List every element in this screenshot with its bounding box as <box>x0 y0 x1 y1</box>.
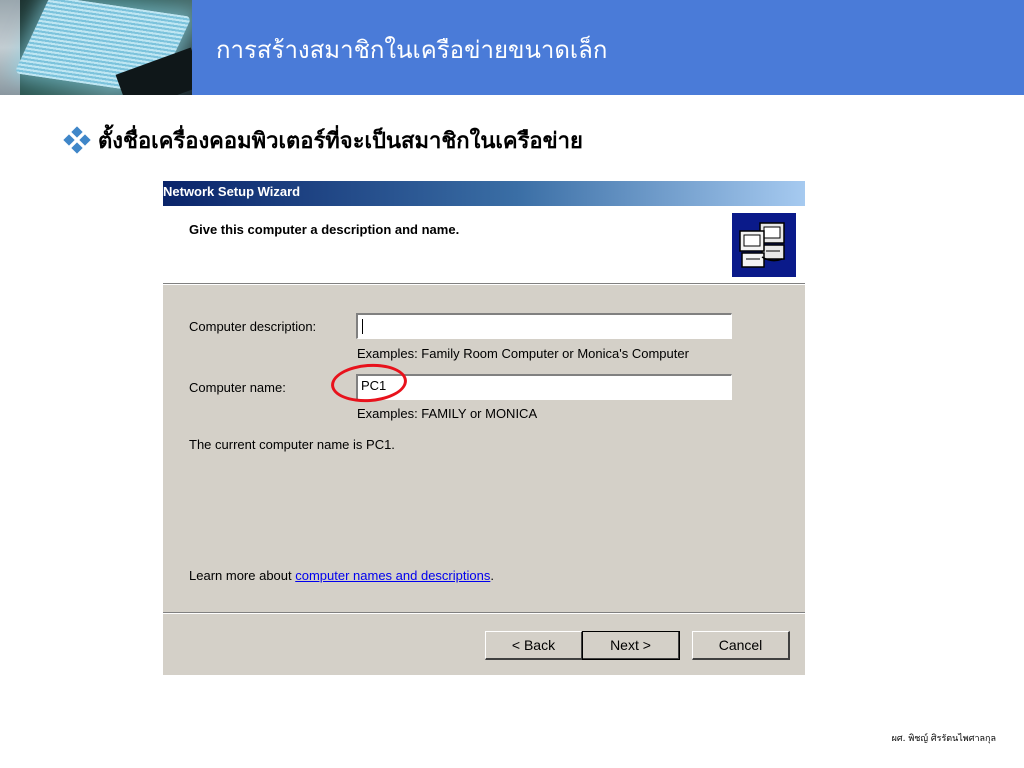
cancel-button[interactable]: Cancel <box>692 631 790 660</box>
network-computers-icon <box>732 213 796 277</box>
slide-footer-author: ผศ. พิชญ์ ศิรรัตนไพศาลกุล <box>891 734 996 744</box>
next-button[interactable]: Next > <box>582 631 680 660</box>
computer-name-example: Examples: FAMILY or MONICA <box>357 406 538 421</box>
computer-description-label: Computer description: <box>189 319 317 334</box>
computer-description-example: Examples: Family Room Computer or Monica… <box>357 346 689 361</box>
wizard-title: Network Setup Wizard <box>163 184 301 199</box>
computer-description-field[interactable] <box>356 313 732 339</box>
bullet-line: ตั้งชื่อเครื่องคอมพิวเตอร์ที่จะเป็นสมาชิ… <box>63 122 583 158</box>
learn-more-text: Learn more about computer names and desc… <box>189 568 494 583</box>
bullet-text: ตั้งชื่อเครื่องคอมพิวเตอร์ที่จะเป็นสมาชิ… <box>98 127 583 154</box>
current-computer-name-text: The current computer name is PC1. <box>189 437 395 452</box>
slide-title: การสร้างสมาชิกในเครือข่ายขนาดเล็ก <box>216 36 608 64</box>
back-button[interactable]: < Back <box>485 631 583 660</box>
text-caret <box>362 319 363 334</box>
diamond-bullet-icon <box>63 126 91 154</box>
wizard-titlebar[interactable]: Network Setup Wizard <box>163 181 805 206</box>
learn-more-prefix: Learn more about <box>189 568 296 583</box>
network-setup-wizard: Network Setup Wizard Give this computer … <box>163 181 805 675</box>
wizard-header-panel: Give this computer a description and nam… <box>163 206 805 285</box>
learn-more-suffix: . <box>490 568 494 583</box>
button-separator <box>163 612 805 614</box>
computer-names-help-link[interactable]: computer names and descriptions <box>295 568 490 583</box>
wizard-heading: Give this computer a description and nam… <box>189 222 460 237</box>
computer-name-field[interactable]: PC1 <box>356 374 732 400</box>
header-monitor-photo <box>0 0 192 95</box>
computer-name-label: Computer name: <box>189 380 286 395</box>
slide-header: การสร้างสมาชิกในเครือข่ายขนาดเล็ก <box>0 0 1024 95</box>
